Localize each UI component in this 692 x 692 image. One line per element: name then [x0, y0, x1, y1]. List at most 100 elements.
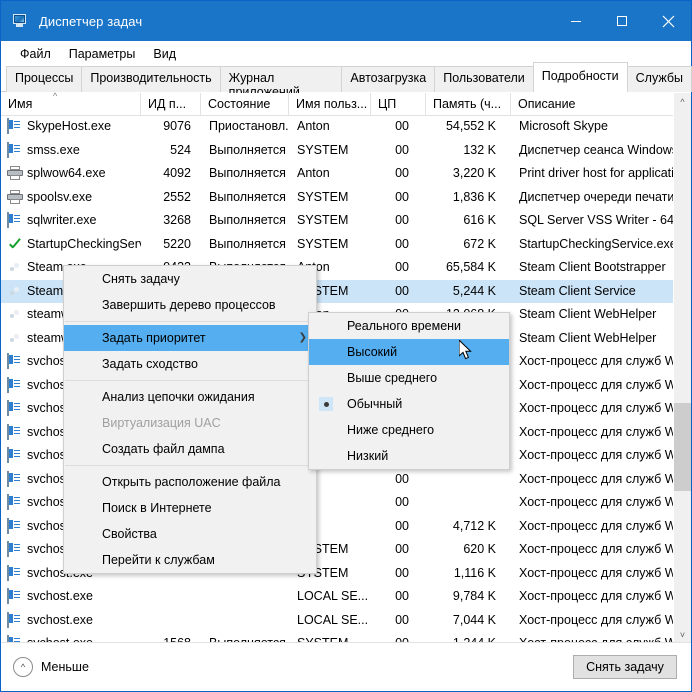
- tab-strip: Процессы Производительность Журнал прило…: [1, 62, 692, 99]
- priority-menu-item-label: Обычный: [347, 397, 403, 411]
- cell-mem: 4,712 K: [452, 518, 496, 533]
- context-menu-item-label: Перейти к службам: [102, 553, 215, 567]
- cell-state: Выполняется: [209, 189, 286, 204]
- minimize-button[interactable]: [553, 1, 599, 41]
- table-row[interactable]: StartupCheckingServ... 5220 Выполняется SYS…: [1, 233, 674, 257]
- column-header-pid[interactable]: ИД п...: [141, 93, 201, 115]
- tab-details[interactable]: Подробности: [532, 62, 628, 92]
- end-task-button[interactable]: Снять задачу: [573, 655, 677, 679]
- priority-menu-item[interactable]: Обычный: [309, 391, 509, 417]
- tab-users[interactable]: Пользователи: [434, 66, 534, 92]
- cell-cpu: 00: [395, 166, 409, 180]
- priority-menu-item[interactable]: Реального времени: [309, 313, 509, 339]
- cell-desc: Диспетчер сеанса Windows: [519, 142, 674, 157]
- cell-name: sqlwriter.exe: [27, 213, 97, 227]
- table-row[interactable]: sqlwriter.exe 3268 Выполняется SYSTEM 00 616 …: [1, 209, 674, 233]
- column-header-status[interactable]: Состояние: [201, 93, 289, 115]
- cell-desc: Хост-процесс для служб Wi...: [519, 612, 674, 627]
- cell-desc: Хост-процесс для служб Wi...: [519, 448, 674, 462]
- cell-cpu: 00: [395, 471, 409, 486]
- scroll-down-icon[interactable]: ˅: [674, 626, 691, 643]
- context-menu-item[interactable]: Поиск в Интернете: [64, 495, 316, 521]
- column-header-cpu[interactable]: ЦП: [371, 93, 426, 115]
- table-row[interactable]: smss.exe 524 Выполняется SYSTEM 00 132 K Диспе…: [1, 139, 674, 163]
- column-header-memory[interactable]: Память (ч...: [426, 93, 511, 115]
- menu-item-file[interactable]: Файл: [11, 44, 60, 64]
- cell-state: Приостановл...: [209, 119, 289, 133]
- task-manager-icon: [12, 13, 30, 29]
- priority-menu-item[interactable]: Выше среднего: [309, 365, 509, 391]
- context-menu-item[interactable]: Создать файл дампа: [64, 436, 316, 462]
- priority-menu-item[interactable]: Низкий: [309, 443, 509, 469]
- priority-submenu[interactable]: Реального времени Высокий Выше среднего Обы…: [308, 312, 510, 470]
- menu-item-options[interactable]: Параметры: [60, 44, 145, 64]
- fewer-details-button[interactable]: ^ Меньше: [13, 657, 89, 677]
- column-header-description[interactable]: Описание: [511, 93, 676, 115]
- cell-name: SkypeHost.exe: [27, 119, 112, 133]
- context-menu-item[interactable]: Задать сходство: [64, 351, 316, 377]
- cell-mem: 672 K: [463, 236, 496, 251]
- menu-item-view[interactable]: Вид: [144, 44, 185, 64]
- cell-desc: Microsoft Skype: [519, 119, 608, 133]
- cell-name: StartupCheckingServ...: [27, 236, 141, 251]
- table-row[interactable]: SkypeHost.exe 9076 Приостановл... Anton 00 54…: [1, 115, 674, 139]
- cell-cpu: 00: [395, 283, 409, 298]
- column-header-name[interactable]: Имя: [1, 93, 141, 115]
- cell-state: [201, 585, 289, 609]
- cell-desc: Хост-процесс для служб Wi...: [519, 518, 674, 533]
- menu-separator: [65, 380, 315, 381]
- tab-processes[interactable]: Процессы: [6, 66, 83, 92]
- cell-cpu: 00: [395, 189, 409, 204]
- cell-pid: [141, 585, 199, 609]
- cell-pid: 524: [170, 142, 191, 157]
- context-menu-item[interactable]: Завершить дерево процессов: [64, 292, 316, 318]
- priority-menu-item[interactable]: Ниже среднего: [309, 417, 509, 443]
- column-header-username[interactable]: Имя польз...: [289, 93, 371, 115]
- tab-performance[interactable]: Производительность: [81, 66, 221, 92]
- maximize-button[interactable]: [599, 1, 645, 41]
- context-menu-item[interactable]: Перейти к службам: [64, 547, 316, 573]
- cell-mem: [426, 468, 504, 492]
- context-menu-item[interactable]: Свойства: [64, 521, 316, 547]
- tab-services[interactable]: Службы: [626, 66, 692, 92]
- context-menu-item[interactable]: Задать приоритет ❯: [64, 325, 316, 351]
- context-menu-item[interactable]: Анализ цепочки ожидания: [64, 384, 316, 410]
- cell-name: svchost.exe: [27, 612, 94, 627]
- cell-pid: [141, 609, 199, 633]
- menu-separator: [65, 465, 315, 466]
- cell-state: Выполняется: [209, 236, 286, 251]
- context-menu-item[interactable]: Снять задачу: [64, 266, 316, 292]
- table-row[interactable]: svchost.exe LOCAL SE... 00 7,044 K Хост-проц…: [1, 609, 674, 633]
- cell-cpu: 00: [395, 213, 409, 227]
- context-menu-item-label: Анализ цепочки ожидания: [102, 390, 255, 404]
- tab-startup[interactable]: Автозагрузка: [341, 66, 436, 92]
- cell-desc: Хост-процесс для служб Wi...: [519, 424, 674, 439]
- priority-menu-item-label: Низкий: [347, 449, 389, 463]
- scrollbar-thumb[interactable]: [674, 403, 691, 491]
- table-row[interactable]: splwow64.exe 4092 Выполняется Anton 00 3,220 …: [1, 162, 674, 186]
- table-row[interactable]: svchost.exe LOCAL SE... 00 9,784 K Хост-проц…: [1, 585, 674, 609]
- scroll-up-icon[interactable]: ^: [674, 93, 691, 110]
- vertical-scrollbar[interactable]: ^ ˅: [673, 93, 691, 643]
- priority-menu-item-label: Реального времени: [347, 319, 462, 333]
- cell-mem: 9,784 K: [452, 589, 496, 603]
- cell-mem: 620 K: [463, 542, 496, 556]
- cell-cpu: 00: [395, 518, 409, 533]
- cell-mem: 54,552 K: [445, 119, 496, 133]
- close-button[interactable]: [645, 1, 691, 41]
- context-menu-item-label: Создать файл дампа: [102, 442, 225, 456]
- tab-app-history[interactable]: Журнал приложений: [219, 66, 343, 99]
- cell-user: LOCAL SE...: [297, 589, 369, 603]
- priority-menu-item-label: Высокий: [347, 345, 398, 359]
- context-menu-item[interactable]: Открыть расположение файла: [64, 469, 316, 495]
- priority-menu-item[interactable]: Высокий: [309, 339, 509, 365]
- context-menu-item-label: Открыть расположение файла: [102, 475, 281, 489]
- process-context-menu[interactable]: Снять задачу Завершить дерево процессов За…: [63, 265, 317, 574]
- chevron-up-icon: ^: [13, 657, 33, 677]
- cell-cpu: 00: [395, 612, 409, 627]
- table-row[interactable]: spoolsv.exe 2552 Выполняется SYSTEM 00 1,836 …: [1, 186, 674, 210]
- context-menu-item-label: Снять задачу: [102, 272, 180, 286]
- cell-pid: 5220: [163, 236, 191, 251]
- cell-desc: Хост-процесс для служб Wi...: [519, 401, 674, 415]
- cell-desc: Хост-процесс для служб Wi...: [519, 354, 674, 368]
